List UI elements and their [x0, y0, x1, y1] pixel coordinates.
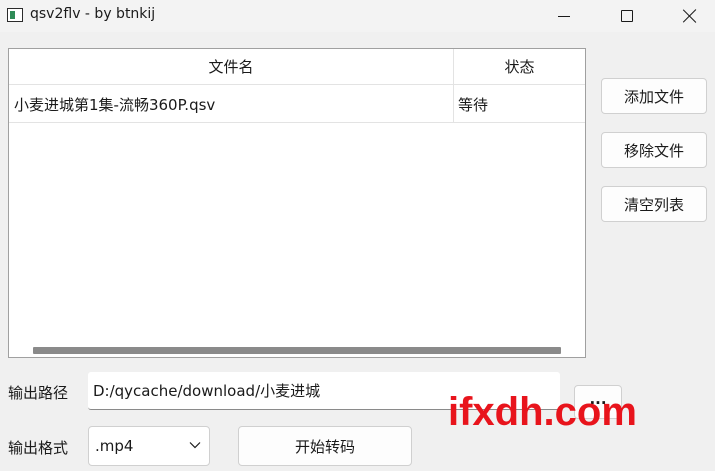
start-convert-button[interactable]: 开始转码: [238, 426, 412, 466]
watermark: ifxdh.com: [448, 390, 637, 434]
maximize-button[interactable]: [604, 0, 650, 32]
output-format-select[interactable]: .mp4: [88, 426, 210, 466]
close-button[interactable]: [667, 0, 713, 32]
file-status-cell: 等待: [458, 95, 489, 114]
window-title: qsv2flv - by btnkij: [30, 6, 156, 22]
remove-file-button[interactable]: 移除文件: [601, 132, 707, 168]
add-file-button[interactable]: 添加文件: [601, 78, 707, 114]
close-icon: [683, 9, 697, 23]
app-icon: [7, 8, 23, 22]
horizontal-scrollbar[interactable]: [9, 341, 585, 357]
output-path-label: 输出路径: [8, 384, 69, 402]
minimize-button[interactable]: [541, 0, 587, 32]
title-bar: qsv2flv - by btnkij: [0, 0, 715, 32]
output-format-label: 输出格式: [8, 439, 69, 457]
column-header-status[interactable]: 状态: [454, 49, 585, 85]
minimize-icon: [558, 15, 570, 17]
column-header-filename[interactable]: 文件名: [9, 49, 454, 85]
table-row[interactable]: 小麦进城第1集-流畅360P.qsv 等待: [9, 85, 585, 123]
clear-list-button[interactable]: 清空列表: [601, 186, 707, 222]
file-list[interactable]: 文件名 状态 小麦进城第1集-流畅360P.qsv 等待: [8, 48, 586, 358]
scrollbar-thumb[interactable]: [33, 347, 561, 354]
maximize-icon: [621, 10, 633, 22]
file-name-cell: 小麦进城第1集-流畅360P.qsv: [9, 85, 454, 123]
output-format-value: .mp4: [95, 437, 134, 455]
chevron-down-icon: [189, 442, 201, 449]
